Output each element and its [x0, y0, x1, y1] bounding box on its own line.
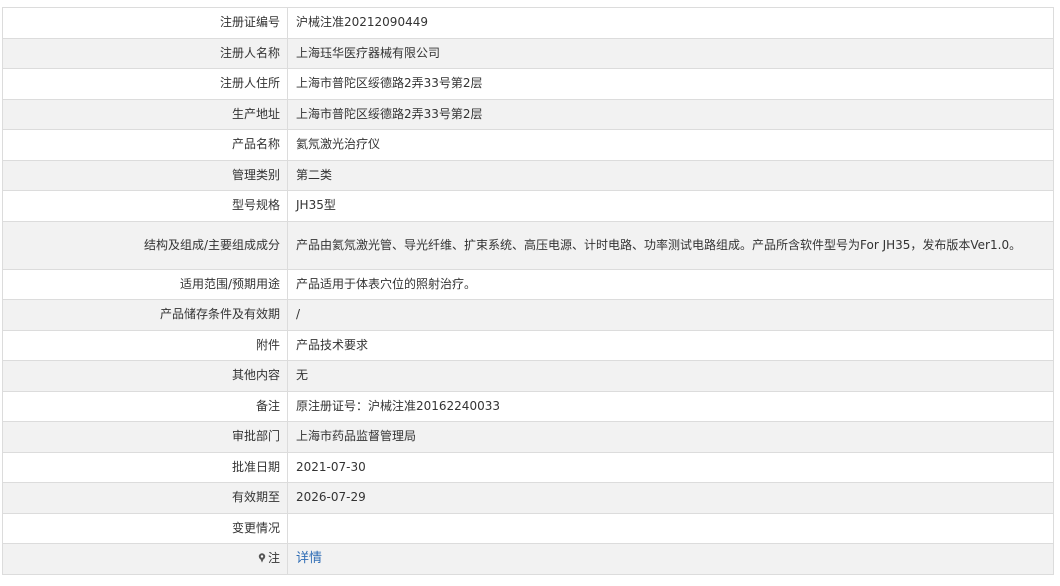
row-value: 上海市普陀区绥德路2弄33号第2层 — [287, 98, 1054, 130]
row-label: 管理类别 — [2, 159, 288, 191]
row-label: 变更情况 — [2, 512, 288, 544]
row-label: 产品储存条件及有效期 — [2, 299, 288, 331]
table-row: 批准日期 2021-07-30 — [2, 451, 1054, 483]
row-value: 产品由氦氖激光管、导光纤维、扩束系统、高压电源、计时电路、功率测试电路组成。产品… — [287, 220, 1054, 270]
row-label: 型号规格 — [2, 190, 288, 222]
row-label: 产品名称 — [2, 129, 288, 161]
row-label: 附件 — [2, 329, 288, 361]
table-row: 适用范围/预期用途 产品适用于体表穴位的照射治疗。 — [2, 268, 1054, 300]
table-row: 管理类别 第二类 — [2, 159, 1054, 191]
table-row: 附件 产品技术要求 — [2, 329, 1054, 361]
row-label: 注册人住所 — [2, 68, 288, 100]
row-value: 产品技术要求 — [287, 329, 1054, 361]
row-label: 有效期至 — [2, 482, 288, 514]
row-value: 2026-07-29 — [287, 482, 1054, 514]
row-label: 结构及组成/主要组成成分 — [2, 220, 288, 270]
table-row: 其他内容 无 — [2, 360, 1054, 392]
row-label: 其他内容 — [2, 360, 288, 392]
table-row: 注册证编号 沪械注准20212090449 — [2, 7, 1054, 39]
table-row: 审批部门 上海市药品监督管理局 — [2, 421, 1054, 453]
row-value: 上海市药品监督管理局 — [287, 421, 1054, 453]
row-value: / — [287, 299, 1054, 331]
row-value: 上海珏华医疗器械有限公司 — [287, 37, 1054, 69]
table-row: 生产地址 上海市普陀区绥德路2弄33号第2层 — [2, 98, 1054, 130]
table-row: 有效期至 2026-07-29 — [2, 482, 1054, 514]
row-value: 2021-07-30 — [287, 451, 1054, 483]
row-value: 产品适用于体表穴位的照射治疗。 — [287, 268, 1054, 300]
note-value-cell: 详情 — [287, 543, 1054, 575]
row-value: 氦氖激光治疗仪 — [287, 129, 1054, 161]
table-row: 型号规格 JH35型 — [2, 190, 1054, 222]
table-row: 产品储存条件及有效期 / — [2, 299, 1054, 331]
row-label: 注册人名称 — [2, 37, 288, 69]
row-value: 原注册证号：沪械注准20162240033 — [287, 390, 1054, 422]
row-label: 批准日期 — [2, 451, 288, 483]
table-row: 产品名称 氦氖激光治疗仪 — [2, 129, 1054, 161]
note-row: 注 详情 — [2, 543, 1054, 575]
registration-detail-table: 注册证编号 沪械注准20212090449 注册人名称 上海珏华医疗器械有限公司… — [2, 7, 1054, 575]
table-row: 注册人名称 上海珏华医疗器械有限公司 — [2, 37, 1054, 69]
row-value: JH35型 — [287, 190, 1054, 222]
note-label: 注 — [267, 550, 280, 565]
table-row: 结构及组成/主要组成成分 产品由氦氖激光管、导光纤维、扩束系统、高压电源、计时电… — [2, 220, 1054, 270]
note-label-cell: 注 — [2, 543, 288, 575]
table-row: 备注 原注册证号：沪械注准20162240033 — [2, 390, 1054, 422]
row-label: 适用范围/预期用途 — [2, 268, 288, 300]
row-value: 上海市普陀区绥德路2弄33号第2层 — [287, 68, 1054, 100]
pin-icon — [258, 553, 266, 563]
table-row: 变更情况 — [2, 512, 1054, 544]
row-label: 备注 — [2, 390, 288, 422]
row-value: 第二类 — [287, 159, 1054, 191]
row-label: 注册证编号 — [2, 7, 288, 39]
row-label: 审批部门 — [2, 421, 288, 453]
row-value: 沪械注准20212090449 — [287, 7, 1054, 39]
row-value — [287, 512, 1054, 544]
row-value: 无 — [287, 360, 1054, 392]
details-link[interactable]: 详情 — [296, 551, 322, 566]
table-row: 注册人住所 上海市普陀区绥德路2弄33号第2层 — [2, 68, 1054, 100]
row-label: 生产地址 — [2, 98, 288, 130]
